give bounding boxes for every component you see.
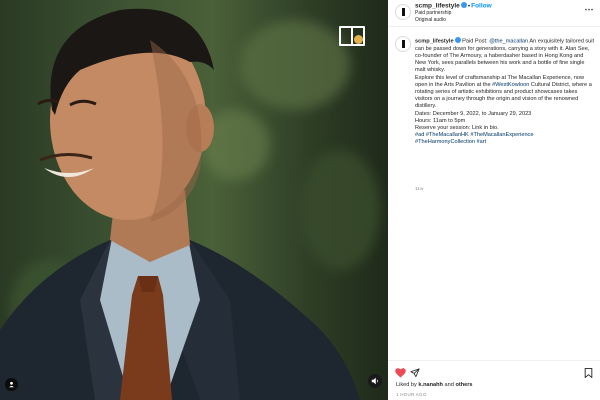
caption-verified-icon	[454, 37, 461, 43]
share-icon[interactable]	[410, 365, 420, 383]
liked-prefix: Liked by	[396, 382, 417, 388]
post-header: scmp_lifestyle •Follow Paid partnership O…	[388, 0, 600, 27]
caption-hours: Hours: 11am to 5pm	[415, 117, 466, 124]
heart-filled-icon[interactable]	[395, 365, 406, 383]
caption-reserve: Reserve your session: Link in bio.	[415, 124, 499, 131]
caption-avatar[interactable]	[395, 36, 411, 52]
caption-dates: Dates: December 9, 2022, to January 29, …	[415, 110, 532, 117]
bookmark-icon[interactable]	[584, 365, 593, 383]
caption-username[interactable]: scmp_lifestyle	[415, 39, 454, 45]
video-subject	[0, 8, 360, 400]
verified-icon	[460, 2, 467, 8]
hashtag-link-westkowloon[interactable]: #WestKowloon	[492, 82, 529, 88]
user-tag-icon[interactable]	[5, 378, 18, 391]
partner-handle-link[interactable]: @the_macallan	[489, 39, 528, 45]
separator-dot: •	[467, 2, 471, 10]
post-media[interactable]	[0, 0, 388, 400]
original-audio-link[interactable]: Original audio	[415, 17, 446, 23]
liked-by-line: Liked by k.nanahh and others	[396, 382, 473, 388]
avatar[interactable]	[395, 4, 411, 20]
hashtags-line-2[interactable]: #TheHarmonyCollection #art	[415, 139, 595, 146]
paid-partnership-label[interactable]: Paid partnership	[415, 10, 451, 16]
more-icon[interactable]: ⋯	[585, 4, 595, 15]
caption-time-ago: 11w	[415, 187, 424, 192]
liked-user-link[interactable]: k.nanahh	[418, 382, 443, 388]
post-timestamp[interactable]: 1 hour ago	[396, 392, 427, 397]
speaker-icon[interactable]	[368, 374, 382, 388]
post-actions: Liked by k.nanahh and others 1 hour ago	[388, 360, 600, 400]
paid-post-prefix: Paid Post:	[462, 38, 488, 45]
author-line: scmp_lifestyle •Follow	[415, 2, 492, 10]
caption-text: scmp_lifestyle Paid Post: @the_macallan …	[415, 37, 595, 147]
liked-and: and	[444, 382, 454, 388]
liked-others-link[interactable]: others	[455, 382, 472, 388]
author-username[interactable]: scmp_lifestyle	[415, 3, 460, 10]
macallan-logo-icon	[339, 26, 365, 46]
post-sidebar: scmp_lifestyle •Follow Paid partnership O…	[388, 0, 600, 400]
follow-button[interactable]: Follow	[471, 3, 492, 10]
hashtags-line-1[interactable]: #ad #TheMacallanHK #TheMacallanExperienc…	[415, 132, 595, 139]
